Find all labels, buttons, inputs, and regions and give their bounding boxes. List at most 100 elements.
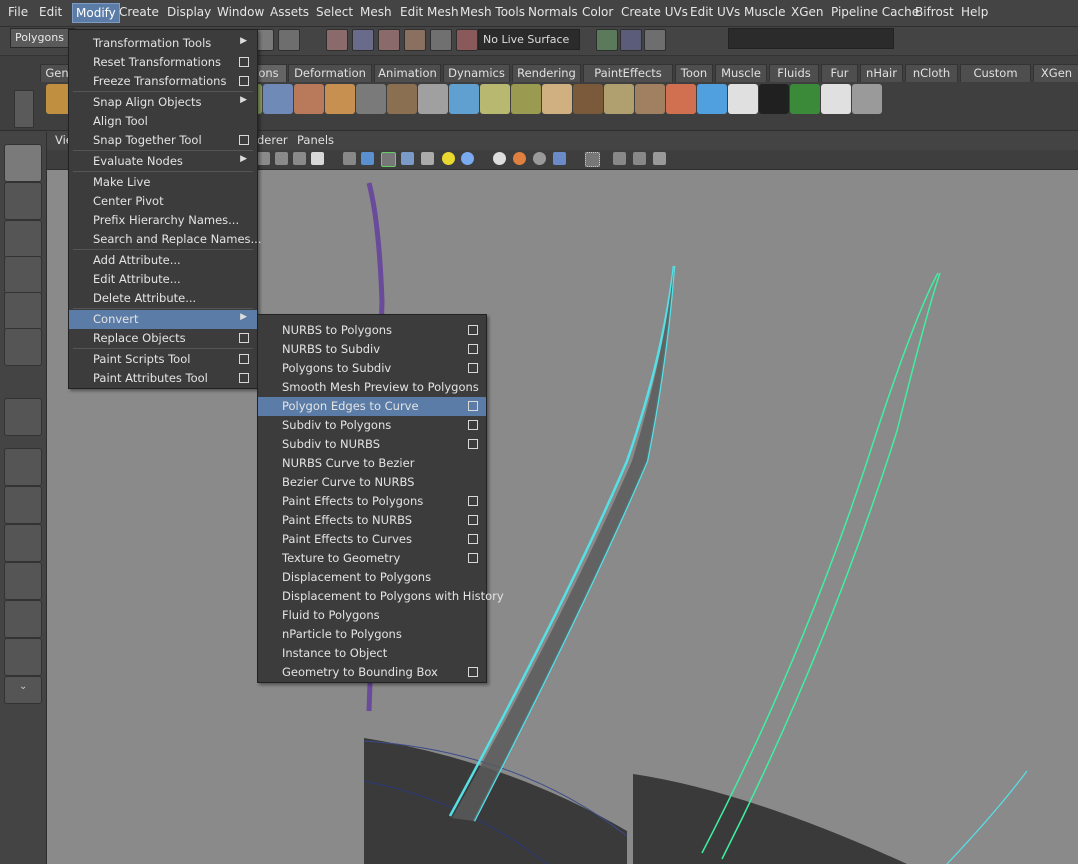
- option-box-icon[interactable]: [239, 333, 249, 343]
- outliner-layout-icon[interactable]: [4, 524, 42, 562]
- shelf-tool-icon[interactable]: [449, 84, 479, 114]
- menubar-item-file[interactable]: File: [8, 5, 28, 19]
- shelf-tool-icon[interactable]: [666, 84, 696, 114]
- move-tool-icon[interactable]: [4, 256, 42, 294]
- option-box-icon[interactable]: [468, 420, 478, 430]
- menubar-item-edit-uvs[interactable]: Edit UVs: [690, 5, 740, 19]
- render-icon[interactable]: [620, 29, 642, 51]
- shelf-tool-icon[interactable]: [325, 84, 355, 114]
- option-box-icon[interactable]: [468, 534, 478, 544]
- light-default-icon[interactable]: [461, 152, 474, 165]
- modify_menu-item-snap-align-objects[interactable]: Snap Align Objects ▶: [69, 93, 257, 112]
- modify_menu-item-transformation-tools[interactable]: Transformation Tools ▶: [69, 34, 257, 53]
- option-box-icon[interactable]: [468, 496, 478, 506]
- shelf-tool-icon[interactable]: [635, 84, 665, 114]
- cube-wire-on-shaded-icon[interactable]: [381, 152, 396, 167]
- convert_menu-item-nurbs-curve-to-bezier[interactable]: NURBS Curve to Bezier: [258, 454, 486, 473]
- shelf-tab-painteffects[interactable]: PaintEffects: [583, 64, 673, 82]
- viewport-menu-item[interactable]: derer: [257, 133, 288, 147]
- convert_menu-item-paint-effects-to-polygons[interactable]: Paint Effects to Polygons: [258, 492, 486, 511]
- scale-tool-icon[interactable]: [4, 328, 42, 366]
- convert_menu-item-instance-to-object[interactable]: Instance to Object: [258, 644, 486, 663]
- menubar-item-muscle[interactable]: Muscle: [744, 5, 786, 19]
- option-box-icon[interactable]: [468, 515, 478, 525]
- xray-icon[interactable]: [401, 152, 414, 165]
- modify_menu-item-paint-attributes-tool[interactable]: Paint Attributes Tool: [69, 369, 257, 388]
- menu-set-dropdown[interactable]: Polygons: [10, 28, 75, 48]
- menubar-item-edit[interactable]: Edit: [39, 5, 62, 19]
- wireframe-icon[interactable]: [257, 152, 270, 165]
- menubar-item-mesh-tools[interactable]: Mesh Tools: [460, 5, 525, 19]
- convert_menu-item-nurbs-to-polygons[interactable]: NURBS to Polygons: [258, 321, 486, 340]
- command-input-field[interactable]: [728, 28, 894, 49]
- convert_menu-item-fluid-to-polygons[interactable]: Fluid to Polygons: [258, 606, 486, 625]
- menubar-item-color[interactable]: Color: [582, 5, 613, 19]
- grid-icon[interactable]: [633, 152, 646, 165]
- construction-history-icon[interactable]: [596, 29, 618, 51]
- convert_menu-item-subdiv-to-polygons[interactable]: Subdiv to Polygons: [258, 416, 486, 435]
- menubar-item-modify[interactable]: Modify: [72, 3, 120, 23]
- ambient-occlusion-icon[interactable]: [513, 152, 526, 165]
- shelf-tool-icon[interactable]: [790, 84, 820, 114]
- single-perspective-layout-icon[interactable]: [4, 448, 42, 486]
- snap-point-icon[interactable]: [378, 29, 400, 51]
- shelf-tab-deformation[interactable]: Deformation: [288, 64, 372, 82]
- shelf-tool-icon[interactable]: [821, 84, 851, 114]
- textured-icon[interactable]: [293, 152, 306, 165]
- menubar-item-edit-mesh[interactable]: Edit Mesh: [400, 5, 459, 19]
- show-manipulator-icon[interactable]: [4, 398, 42, 436]
- modify_menu-item-search-and-replace-names[interactable]: Search and Replace Names...: [69, 230, 262, 249]
- snap-surface-icon[interactable]: [430, 29, 452, 51]
- modify_menu-item-add-attribute[interactable]: Add Attribute...: [69, 251, 257, 270]
- shelf-tool-icon[interactable]: [356, 84, 386, 114]
- snap-grid-icon[interactable]: [326, 29, 348, 51]
- convert_menu-item-nurbs-to-subdiv[interactable]: NURBS to Subdiv: [258, 340, 486, 359]
- menubar-item-select[interactable]: Select: [316, 5, 353, 19]
- option-box-icon[interactable]: [239, 57, 249, 67]
- rotate-tool-icon[interactable]: [4, 292, 42, 330]
- modify_menu-item-evaluate-nodes[interactable]: Evaluate Nodes ▶: [69, 152, 257, 171]
- modify_menu-item-replace-objects[interactable]: Replace Objects: [69, 329, 257, 348]
- option-box-icon[interactable]: [239, 373, 249, 383]
- convert_menu-item-polygon-edges-to-curve[interactable]: Polygon Edges to Curve: [258, 397, 486, 416]
- shelf-tab-dynamics[interactable]: Dynamics: [443, 64, 510, 82]
- option-box-icon[interactable]: [468, 553, 478, 563]
- share-icon[interactable]: [653, 152, 666, 165]
- shelf-tool-icon[interactable]: [418, 84, 448, 114]
- lasso-tool-icon[interactable]: [4, 182, 42, 220]
- modify_menu-item-freeze-transformations[interactable]: Freeze Transformations: [69, 72, 257, 91]
- convert_menu-item-displacement-to-polygons-with-history[interactable]: Displacement to Polygons with History: [258, 587, 504, 606]
- shelf-tab-muscle[interactable]: Muscle: [715, 64, 767, 82]
- menubar-item-create[interactable]: Create: [119, 5, 159, 19]
- menubar-item-assets[interactable]: Assets: [270, 5, 309, 19]
- modify_menu-item-convert[interactable]: Convert ▶: [69, 310, 257, 329]
- option-box-icon[interactable]: [239, 135, 249, 145]
- option-box-icon[interactable]: [468, 667, 478, 677]
- shelf-tool-icon[interactable]: [573, 84, 603, 114]
- menubar-item-xgen[interactable]: XGen: [791, 5, 824, 19]
- shelf-tool-icon[interactable]: [728, 84, 758, 114]
- modify_menu-item-edit-attribute[interactable]: Edit Attribute...: [69, 270, 257, 289]
- xray-joints-icon[interactable]: [613, 152, 626, 165]
- option-box-icon[interactable]: [239, 354, 249, 364]
- convert_menu-item-paint-effects-to-nurbs[interactable]: Paint Effects to NURBS: [258, 511, 486, 530]
- make-live-magnet-icon[interactable]: [456, 29, 478, 51]
- shelf-tool-icon[interactable]: [387, 84, 417, 114]
- shelf-tab-nhair[interactable]: nHair: [860, 64, 903, 82]
- snap-view-icon[interactable]: [404, 29, 426, 51]
- shelf-tab-toon[interactable]: Toon: [675, 64, 713, 82]
- layout-more-icon[interactable]: ⌄: [4, 676, 42, 704]
- paint-select-tool-icon[interactable]: [4, 220, 42, 258]
- modify_menu-item-delete-attribute[interactable]: Delete Attribute...: [69, 289, 257, 308]
- shelf-tool-icon[interactable]: [511, 84, 541, 114]
- shelf-menu-icon[interactable]: [14, 90, 34, 128]
- shadow-icon[interactable]: [493, 152, 506, 165]
- menubar-item-bifrost[interactable]: Bifrost: [915, 5, 954, 19]
- light-icon[interactable]: [442, 152, 455, 165]
- snap-curve-icon[interactable]: [352, 29, 374, 51]
- convert_menu-item-displacement-to-polygons[interactable]: Displacement to Polygons: [258, 568, 486, 587]
- shelf-tab-custom[interactable]: Custom: [960, 64, 1031, 82]
- modify_menu-item-prefix-hierarchy-names[interactable]: Prefix Hierarchy Names...: [69, 211, 257, 230]
- option-box-icon[interactable]: [239, 76, 249, 86]
- convert_menu-item-polygons-to-subdiv[interactable]: Polygons to Subdiv: [258, 359, 486, 378]
